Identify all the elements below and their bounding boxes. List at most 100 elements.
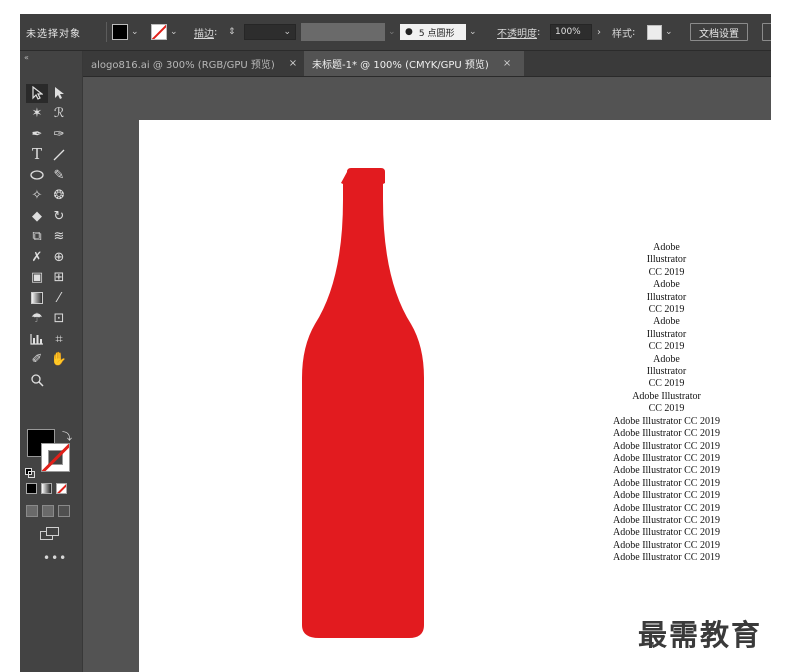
stroke-weight-label: 描边: bbox=[194, 26, 218, 40]
text-line: Adobe Illustrator CC 2019 bbox=[613, 465, 720, 477]
stroke-color-control[interactable]: ⌄ bbox=[151, 14, 178, 50]
type-tool-icon[interactable]: T bbox=[26, 145, 48, 164]
text-line: Adobe Illustrator bbox=[632, 390, 701, 402]
control-bar: 未选择对象 ⌄ ⌄ 描边: ⇕ ⌄ ⌄ ● 5 点圆形 ⌄ 不透明度: 100… bbox=[20, 14, 771, 51]
variable-width-profile[interactable]: ⌄ bbox=[301, 14, 396, 50]
text-line: Adobe bbox=[653, 279, 680, 291]
color-mode-buttons bbox=[26, 483, 67, 494]
edit-toolbar-icon[interactable]: ••• bbox=[43, 551, 67, 565]
hand-tool-icon[interactable]: ✋ bbox=[48, 350, 70, 369]
puppet-warp-tool-icon[interactable]: ✗ bbox=[26, 248, 48, 267]
document-tab-bar: alogo816.ai @ 300% (RGB/GPU 预览) × 未标题-1*… bbox=[83, 51, 771, 77]
zoom-tool-icon[interactable] bbox=[26, 371, 48, 390]
selection-status: 未选择对象 bbox=[26, 28, 81, 40]
tab-alogo816[interactable]: alogo816.ai @ 300% (RGB/GPU 预览) × bbox=[83, 51, 304, 76]
gradient-tool-icon[interactable] bbox=[26, 289, 48, 308]
draw-inside-icon[interactable] bbox=[58, 505, 70, 517]
swap-fill-stroke-icon[interactable]: ⤵ bbox=[62, 428, 72, 443]
chevron-down-icon: ⌄ bbox=[388, 27, 396, 37]
text-line: Adobe Illustrator CC 2019 bbox=[613, 539, 720, 551]
text-line: Adobe Illustrator CC 2019 bbox=[613, 452, 720, 464]
chevron-down-icon: ⌄ bbox=[469, 27, 477, 37]
opacity-field[interactable]: 100% › bbox=[550, 14, 601, 50]
eyedropper-tool-icon[interactable]: ⁄ bbox=[48, 289, 70, 308]
scale-tool-icon[interactable]: ⧉ bbox=[26, 227, 48, 246]
artboard[interactable]: Adobe Illustrator CC 2019 Adobe Illustrator C… bbox=[139, 120, 771, 672]
stroke-color-box[interactable] bbox=[41, 443, 70, 472]
symbol-sprayer-tool-icon[interactable]: ☂ bbox=[26, 309, 48, 328]
chevron-right-icon[interactable]: › bbox=[597, 27, 601, 38]
default-fill-stroke-icon[interactable] bbox=[25, 463, 35, 478]
text-line: Adobe Illustrator CC 2019 bbox=[613, 490, 720, 502]
text-line: Adobe Illustrator CC 2019 bbox=[613, 440, 720, 452]
stroke-weight-dropdown[interactable]: ⌄ bbox=[244, 14, 296, 50]
none-mode-icon[interactable] bbox=[56, 483, 67, 494]
dot-icon: ● bbox=[405, 27, 413, 37]
chevron-down-icon: ⌄ bbox=[131, 27, 139, 37]
document-setup-button[interactable]: 文档设置 bbox=[690, 14, 748, 50]
text-line: Adobe Illustrator CC 2019 bbox=[613, 428, 720, 440]
pen-tool-icon[interactable]: ✒ bbox=[26, 125, 48, 144]
screen-mode-icon[interactable] bbox=[40, 525, 60, 544]
curvature-tool-icon[interactable]: ✑ bbox=[48, 125, 70, 144]
collapse-panel-icon[interactable]: « bbox=[24, 53, 29, 62]
draw-normal-icon[interactable] bbox=[26, 505, 38, 517]
column-graph-tool-icon[interactable] bbox=[26, 330, 48, 349]
artboard-tool-icon[interactable]: ⊡ bbox=[48, 309, 70, 328]
pencil-tool-icon[interactable]: ✐ bbox=[26, 350, 48, 369]
fill-swatch bbox=[112, 24, 128, 40]
text-line: Illustrator bbox=[646, 328, 687, 340]
draw-behind-icon[interactable] bbox=[42, 505, 54, 517]
chevron-down-icon: ⌄ bbox=[283, 27, 291, 37]
ellipse-tool-icon[interactable] bbox=[26, 166, 48, 185]
gradient-mode-icon[interactable] bbox=[41, 483, 52, 494]
shaper-tool-icon[interactable]: ✧ bbox=[26, 186, 48, 205]
mesh-tool-icon[interactable]: ⊞ bbox=[48, 268, 70, 287]
warp-tool-icon[interactable]: ≋ bbox=[48, 227, 70, 246]
text-line: Illustrator bbox=[646, 366, 687, 378]
text-line: Adobe Illustrator CC 2019 bbox=[613, 502, 720, 514]
draw-modes bbox=[26, 505, 70, 517]
shape-builder-tool-icon[interactable]: ⊕ bbox=[48, 248, 70, 267]
tool-grid: ✶ ℛ ✒ ✑ T ✎ ✧ ❂ ◆ ↻ ⧉ ≋ ✗ ⊕ ▣ ⊞ ⁄ ☂ ⊡ ⌗ … bbox=[26, 83, 74, 391]
stroke-none-swatch bbox=[151, 24, 167, 40]
selection-tool-icon[interactable] bbox=[26, 83, 48, 103]
text-line: Adobe bbox=[653, 316, 680, 328]
close-tab-icon[interactable]: × bbox=[289, 58, 297, 69]
illustrator-window: 未选择对象 ⌄ ⌄ 描边: ⇕ ⌄ ⌄ ● 5 点圆形 ⌄ 不透明度: 100… bbox=[20, 14, 771, 672]
lasso-tool-icon[interactable]: ℛ bbox=[48, 104, 70, 123]
text-line: Adobe bbox=[653, 353, 680, 365]
tab-untitled-1[interactable]: 未标题-1* @ 100% (CMYK/GPU 预览) × bbox=[304, 51, 524, 76]
text-line: CC 2019 bbox=[648, 266, 685, 278]
text-line: Adobe Illustrator CC 2019 bbox=[613, 527, 720, 539]
watermark: 最需教育 bbox=[638, 618, 763, 652]
eraser-tool-icon[interactable]: ◆ bbox=[26, 207, 48, 226]
artboard-text-block[interactable]: Adobe Illustrator CC 2019 Adobe Illustrator C… bbox=[584, 242, 749, 565]
paintbrush-tool-icon[interactable]: ✎ bbox=[48, 166, 70, 185]
stroke-weight-stepper[interactable]: ⇕ bbox=[228, 14, 236, 50]
text-line: Adobe Illustrator CC 2019 bbox=[613, 552, 720, 564]
text-line: CC 2019 bbox=[648, 341, 685, 353]
text-line: Adobe Illustrator CC 2019 bbox=[613, 477, 720, 489]
perspective-grid-tool-icon[interactable]: ▣ bbox=[26, 268, 48, 287]
opacity-label[interactable]: 不透明度: bbox=[497, 14, 540, 50]
line-segment-tool-icon[interactable] bbox=[48, 145, 70, 164]
tools-panel: « ✶ ℛ ✒ ✑ T ✎ ✧ ❂ ◆ ↻ ⧉ ≋ ✗ ⊕ ▣ ⊞ ⁄ ☂ ⊡ … bbox=[20, 51, 83, 672]
brush-definition-dropdown[interactable]: ● 5 点圆形 ⌄ bbox=[400, 14, 477, 50]
close-tab-icon[interactable]: × bbox=[503, 58, 511, 69]
magic-wand-tool-icon[interactable]: ✶ bbox=[26, 104, 48, 123]
stepper-icon: ⇕ bbox=[228, 27, 236, 37]
text-line: Adobe Illustrator CC 2019 bbox=[613, 514, 720, 526]
graphic-style-dropdown[interactable]: ⌄ bbox=[647, 14, 673, 50]
text-line: CC 2019 bbox=[648, 378, 685, 390]
text-line: CC 2019 bbox=[648, 403, 685, 415]
blob-brush-tool-icon[interactable]: ❂ bbox=[48, 186, 70, 205]
text-line: CC 2019 bbox=[648, 304, 685, 316]
chevron-down-icon: ⌄ bbox=[665, 27, 673, 37]
slice-tool-icon[interactable]: ⌗ bbox=[48, 330, 70, 349]
next-control-button[interactable] bbox=[762, 14, 771, 50]
fill-color-control[interactable]: ⌄ bbox=[112, 14, 139, 50]
color-mode-icon[interactable] bbox=[26, 483, 37, 494]
direct-selection-tool-icon[interactable] bbox=[48, 84, 70, 103]
rotate-tool-icon[interactable]: ↻ bbox=[48, 207, 70, 226]
